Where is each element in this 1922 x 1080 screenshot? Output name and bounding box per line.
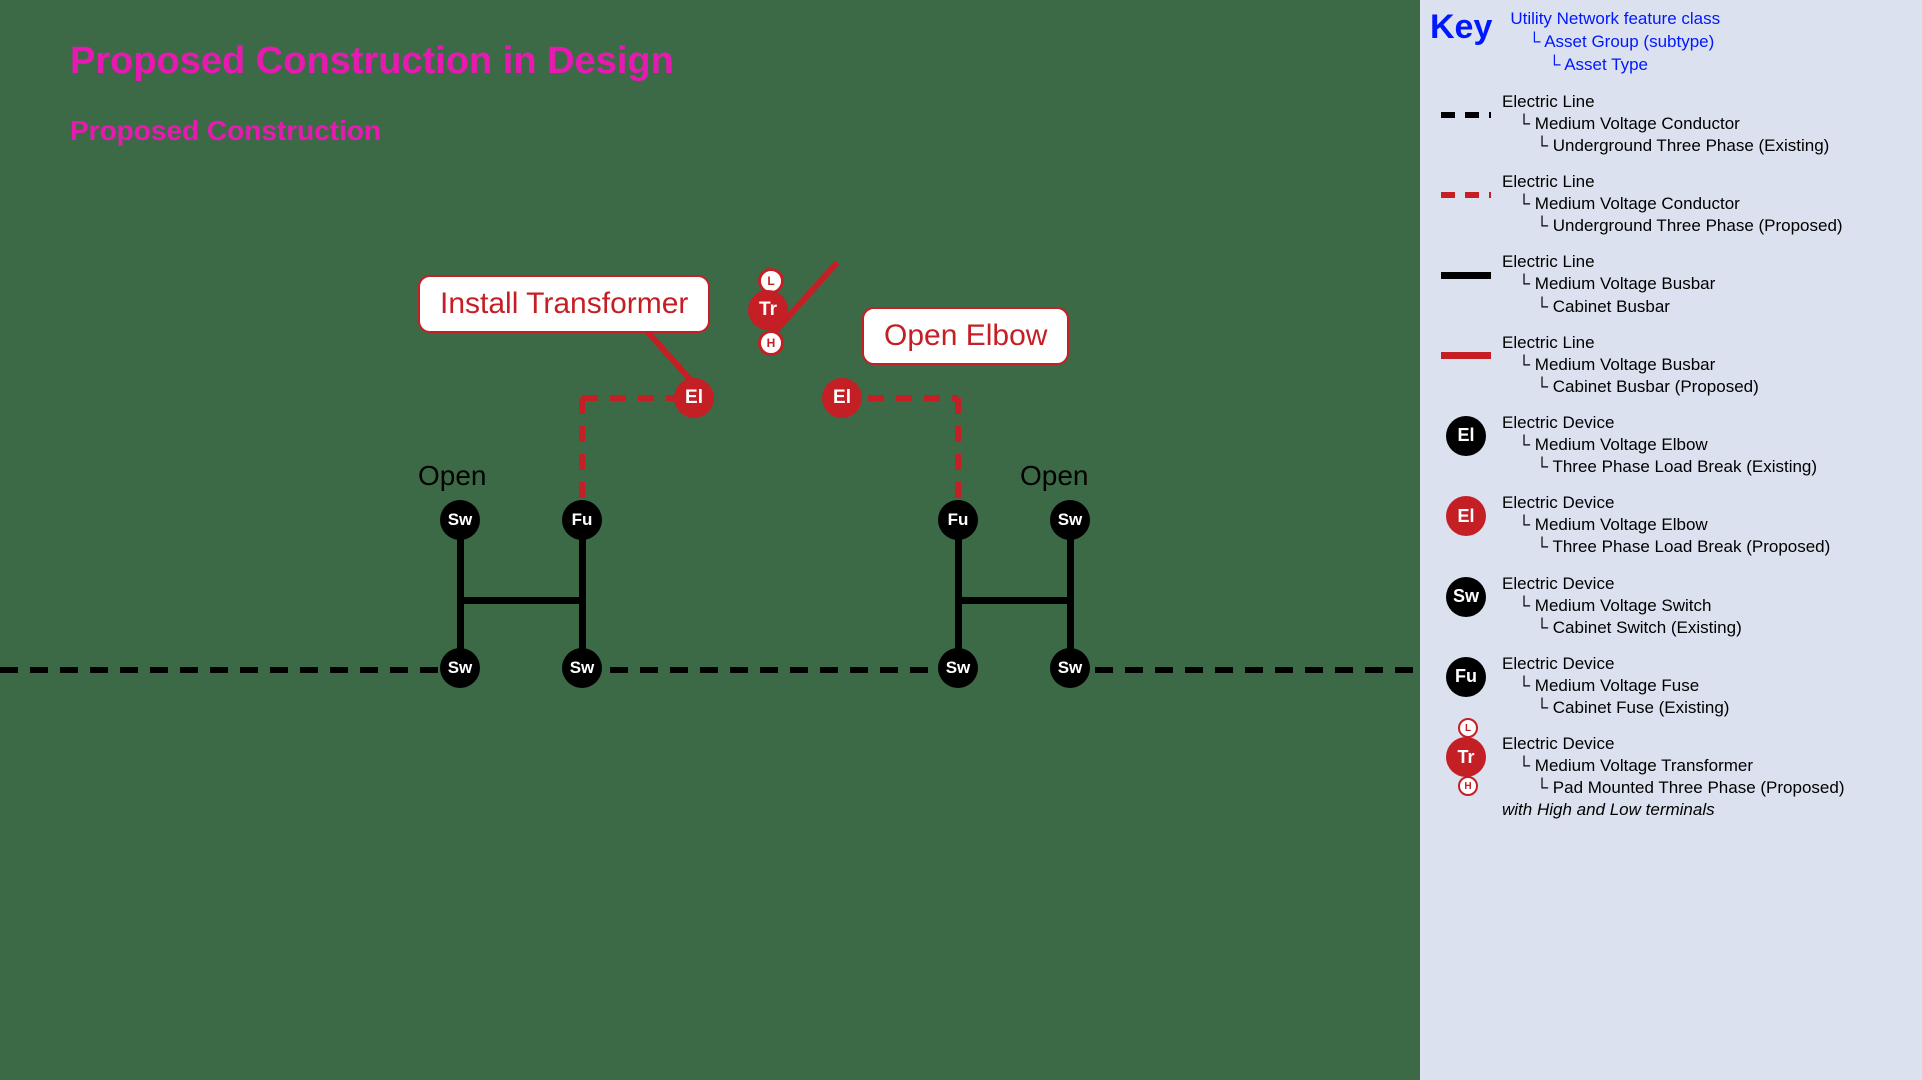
- legend-hierarchy: Utility Network feature class Asset Grou…: [1510, 8, 1720, 77]
- line-busbar: [457, 538, 464, 653]
- page-subtitle: Proposed Construction: [70, 115, 381, 147]
- legend-text: Electric LineMedium Voltage BusbarCabine…: [1502, 332, 1912, 398]
- legend-row: ElElectric DeviceMedium Voltage ElbowThr…: [1430, 412, 1912, 478]
- node-fuse: Fu: [562, 500, 602, 540]
- line-underground-proposed: [955, 398, 961, 503]
- callout-install-transformer: Install Transformer: [418, 275, 710, 333]
- legend-title: Key: [1430, 8, 1492, 47]
- legend-symbol: [1430, 91, 1502, 139]
- legend-symbol: LTrH: [1430, 733, 1502, 781]
- legend-row: LTrHElectric DeviceMedium Voltage Transf…: [1430, 733, 1912, 821]
- legend-symbol: [1430, 332, 1502, 380]
- node-switch: Sw: [562, 648, 602, 688]
- diagram-canvas: Proposed Construction in Design Proposed…: [0, 0, 1420, 1080]
- legend-text: Electric LineMedium Voltage BusbarCabine…: [1502, 251, 1912, 317]
- legend-symbol: Sw: [1430, 573, 1502, 621]
- legend-symbol: El: [1430, 412, 1502, 460]
- legend-text: Electric DeviceMedium Voltage ElbowThree…: [1502, 492, 1912, 558]
- label-open: Open: [1020, 460, 1089, 492]
- node-switch: Sw: [1050, 648, 1090, 688]
- legend-text: Electric LineMedium Voltage ConductorUnd…: [1502, 91, 1912, 157]
- line-underground-existing: [1095, 667, 1425, 673]
- node-elbow-proposed: El: [822, 378, 862, 418]
- legend-row: Electric LineMedium Voltage BusbarCabine…: [1430, 332, 1912, 398]
- legend-text: Electric DeviceMedium Voltage Transforme…: [1502, 733, 1912, 821]
- legend-symbol: Fu: [1430, 653, 1502, 701]
- line-busbar: [457, 597, 585, 604]
- line-underground-existing: [0, 667, 445, 673]
- legend-text: Electric LineMedium Voltage ConductorUnd…: [1502, 171, 1912, 237]
- legend-row: Electric LineMedium Voltage ConductorUnd…: [1430, 91, 1912, 157]
- legend-row: SwElectric DeviceMedium Voltage SwitchCa…: [1430, 573, 1912, 639]
- legend-row: FuElectric DeviceMedium Voltage FuseCabi…: [1430, 653, 1912, 719]
- page-title: Proposed Construction in Design: [70, 40, 674, 83]
- line-underground-proposed: [868, 395, 958, 401]
- line-underground-proposed: [582, 395, 677, 401]
- legend-symbol: [1430, 251, 1502, 299]
- terminal-high: H: [758, 330, 784, 356]
- line-busbar: [955, 597, 1073, 604]
- legend-text: Electric DeviceMedium Voltage ElbowThree…: [1502, 412, 1912, 478]
- label-open: Open: [418, 460, 487, 492]
- node-fuse: Fu: [938, 500, 978, 540]
- line-busbar: [579, 538, 586, 653]
- callout-open-elbow: Open Elbow: [862, 307, 1069, 365]
- node-switch: Sw: [440, 500, 480, 540]
- node-switch: Sw: [1050, 500, 1090, 540]
- legend-symbol: [1430, 171, 1502, 219]
- line-underground-proposed: [579, 398, 585, 503]
- legend-text: Electric DeviceMedium Voltage SwitchCabi…: [1502, 573, 1912, 639]
- node-transformer-proposed: Tr: [748, 290, 788, 330]
- legend-row: Electric LineMedium Voltage ConductorUnd…: [1430, 171, 1912, 237]
- legend-row: ElElectric DeviceMedium Voltage ElbowThr…: [1430, 492, 1912, 558]
- legend-text: Electric DeviceMedium Voltage FuseCabine…: [1502, 653, 1912, 719]
- node-elbow-proposed: El: [674, 378, 714, 418]
- legend-panel: Key Utility Network feature class Asset …: [1420, 0, 1922, 1080]
- legend-row: Electric LineMedium Voltage BusbarCabine…: [1430, 251, 1912, 317]
- line-busbar: [955, 538, 962, 653]
- node-switch: Sw: [440, 648, 480, 688]
- line-busbar: [1067, 538, 1074, 653]
- legend-symbol: El: [1430, 492, 1502, 540]
- line-underground-existing: [610, 667, 940, 673]
- node-switch: Sw: [938, 648, 978, 688]
